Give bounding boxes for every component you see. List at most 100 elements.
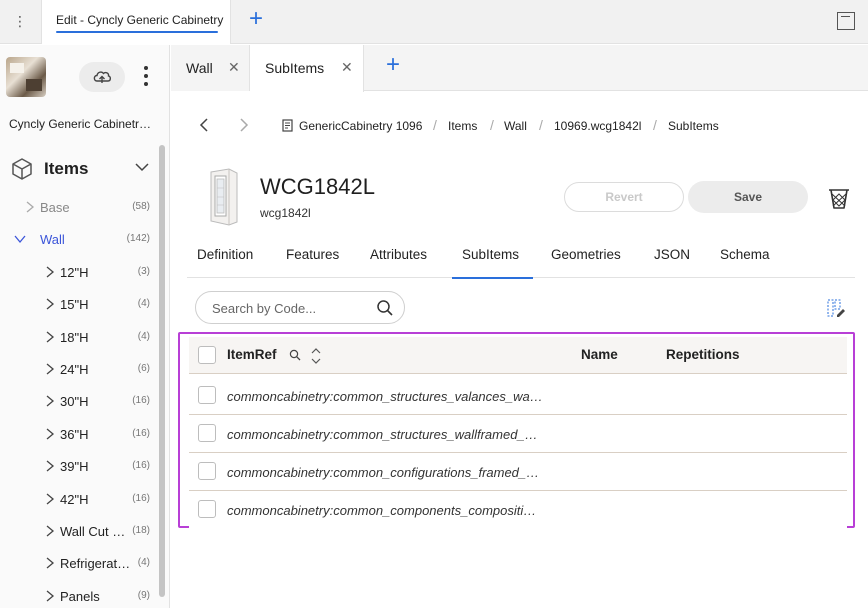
sidebar-tree-item[interactable]: 30"H (16) bbox=[0, 386, 156, 416]
chevron-right-icon[interactable] bbox=[44, 493, 56, 505]
chevron-left-icon[interactable] bbox=[196, 117, 212, 133]
row-checkbox[interactable] bbox=[198, 386, 216, 404]
chevron-right-icon[interactable] bbox=[44, 460, 56, 472]
search-icon[interactable] bbox=[289, 349, 301, 361]
catalog-icon bbox=[282, 119, 293, 132]
close-icon[interactable]: ✕ bbox=[228, 60, 240, 74]
sidebar-tree-count: (142) bbox=[126, 233, 150, 245]
cabinet-thumbnail bbox=[210, 168, 238, 226]
row-checkbox[interactable] bbox=[198, 424, 216, 442]
items-label: Items bbox=[44, 159, 89, 178]
table-row[interactable]: commoncabinetry:common_structures_wallfr… bbox=[189, 415, 847, 453]
vertical-dots-icon[interactable]: ⋮ bbox=[10, 12, 30, 32]
sidebar-tree-item[interactable]: Refrigerat… (4) bbox=[0, 548, 156, 578]
sidebar-scrollbar-thumb[interactable] bbox=[159, 145, 165, 597]
cloud-upload-icon bbox=[93, 71, 112, 83]
sidebar-tree-label: 18"H bbox=[60, 329, 89, 345]
sidebar-tree-item[interactable]: 36"H (16) bbox=[0, 419, 156, 449]
table-row[interactable]: commoncabinetry:common_structures_valanc… bbox=[189, 377, 847, 415]
breadcrumb-items[interactable]: Items bbox=[448, 119, 477, 133]
sidebar-tree-item[interactable]: 18"H (4) bbox=[0, 322, 156, 352]
tab-subitems[interactable]: SubItems ✕ bbox=[250, 45, 364, 92]
chevron-right-icon[interactable] bbox=[44, 428, 56, 440]
close-icon[interactable]: ✕ bbox=[341, 60, 353, 74]
tab-label: SubItems bbox=[462, 247, 520, 262]
sidebar-tree-item[interactable]: Base (58) bbox=[0, 192, 156, 222]
chevron-right-icon[interactable] bbox=[44, 525, 56, 537]
sidebar-tree-label: 12"H bbox=[60, 264, 89, 280]
breadcrumb-subitems: SubItems bbox=[668, 119, 719, 133]
chevron-right-icon[interactable] bbox=[44, 266, 56, 278]
chevron-down-icon bbox=[135, 163, 149, 172]
chevron-right-icon[interactable] bbox=[44, 363, 56, 375]
table-row[interactable]: commoncabinetry:common_components_compos… bbox=[189, 491, 847, 529]
breadcrumb-item[interactable]: 10969.wcg1842l bbox=[554, 119, 641, 133]
sidebar-tree-count: (16) bbox=[132, 427, 150, 439]
sidebar-tree-item[interactable]: Wall Cut … (18) bbox=[0, 516, 156, 546]
tab-definition[interactable]: Definition bbox=[187, 238, 268, 278]
sidebar-tree-count: (18) bbox=[132, 525, 150, 536]
search-box[interactable] bbox=[195, 291, 405, 324]
tab-wall-label: Wall bbox=[186, 60, 213, 76]
tab-attributes[interactable]: Attributes bbox=[360, 238, 440, 278]
sidebar-tree-label: 36"H bbox=[60, 426, 89, 442]
tab-features[interactable]: Features bbox=[276, 238, 349, 278]
chevron-right-icon[interactable] bbox=[44, 557, 56, 569]
delete-icon[interactable] bbox=[826, 185, 852, 211]
breadcrumb-catalog[interactable]: GenericCabinetry 1096 bbox=[299, 119, 422, 133]
add-tab-button[interactable]: + bbox=[244, 7, 268, 32]
row-checkbox[interactable] bbox=[198, 462, 216, 480]
project-thumbnail[interactable] bbox=[6, 57, 46, 97]
chevron-right-icon[interactable] bbox=[24, 201, 36, 213]
breadcrumb-separator: / bbox=[653, 117, 657, 133]
sidebar-tree-count: (16) bbox=[132, 492, 150, 504]
sidebar-tree-item[interactable]: Panels (9) bbox=[0, 581, 156, 611]
cube-icon bbox=[12, 158, 32, 180]
tab-json[interactable]: JSON bbox=[644, 238, 700, 278]
tab-geometries[interactable]: Geometries bbox=[541, 238, 630, 278]
items-section-header[interactable]: Items bbox=[8, 155, 158, 183]
item-subcode: wcg1842l bbox=[260, 206, 311, 220]
row-itemref: commoncabinetry:common_components_compos… bbox=[227, 503, 537, 518]
column-header-itemref[interactable]: ItemRef bbox=[227, 347, 277, 362]
column-header-repetitions[interactable]: Repetitions bbox=[666, 347, 740, 362]
chevron-right-icon[interactable] bbox=[44, 331, 56, 343]
tab-subitems[interactable]: SubItems bbox=[452, 238, 533, 279]
add-tab-button[interactable]: + bbox=[381, 53, 405, 78]
sidebar-tree-item[interactable]: Wall (142) bbox=[0, 224, 156, 254]
sidebar-tree-item[interactable]: 12"H (3) bbox=[0, 257, 156, 287]
sidebar-tree-label: 15"H bbox=[60, 297, 89, 313]
sidebar-tree-label: 24"H bbox=[60, 362, 89, 377]
chevron-right-icon[interactable] bbox=[44, 298, 56, 310]
top-tab-label: Edit - Cyncly Generic Cabinetry bbox=[56, 13, 224, 27]
row-checkbox[interactable] bbox=[198, 500, 216, 518]
chevron-right-icon[interactable] bbox=[44, 395, 56, 407]
table-header: ItemRef Name Repetitions bbox=[189, 337, 847, 374]
sidebar-tree-item[interactable]: 15"H (4) bbox=[0, 289, 156, 319]
select-all-checkbox[interactable] bbox=[198, 346, 216, 364]
tab-wall[interactable]: Wall ✕ bbox=[171, 45, 250, 91]
tab-label: JSON bbox=[654, 247, 691, 262]
save-button[interactable]: Save bbox=[688, 181, 808, 213]
cloud-upload-button[interactable] bbox=[79, 62, 125, 92]
window-icon[interactable] bbox=[837, 12, 855, 30]
search-input[interactable] bbox=[212, 298, 372, 318]
more-options-icon[interactable] bbox=[140, 65, 152, 89]
chevron-down-icon[interactable] bbox=[14, 233, 26, 245]
table-row[interactable]: commoncabinetry:common_configurations_fr… bbox=[189, 453, 847, 491]
revert-button[interactable]: Revert bbox=[564, 182, 684, 212]
sort-icon[interactable] bbox=[310, 346, 322, 366]
search-icon[interactable] bbox=[376, 299, 394, 317]
sidebar-tree-item[interactable]: 24"H (6) bbox=[0, 354, 156, 384]
top-tab-edit[interactable]: Edit - Cyncly Generic Cabinetry bbox=[41, 0, 231, 44]
breadcrumb-wall[interactable]: Wall bbox=[504, 119, 527, 133]
column-settings-icon[interactable] bbox=[826, 298, 846, 318]
chevron-right-icon[interactable] bbox=[236, 117, 252, 133]
chevron-right-icon[interactable] bbox=[44, 590, 56, 602]
tab-schema[interactable]: Schema bbox=[710, 238, 780, 278]
sidebar-tree-item[interactable]: 39"H (16) bbox=[0, 451, 156, 481]
sidebar-tree-item[interactable]: 42"H (16) bbox=[0, 484, 156, 514]
sidebar-tree-label: Panels bbox=[60, 588, 100, 604]
column-header-name[interactable]: Name bbox=[581, 347, 618, 362]
row-itemref: commoncabinetry:common_configurations_fr… bbox=[227, 465, 540, 480]
